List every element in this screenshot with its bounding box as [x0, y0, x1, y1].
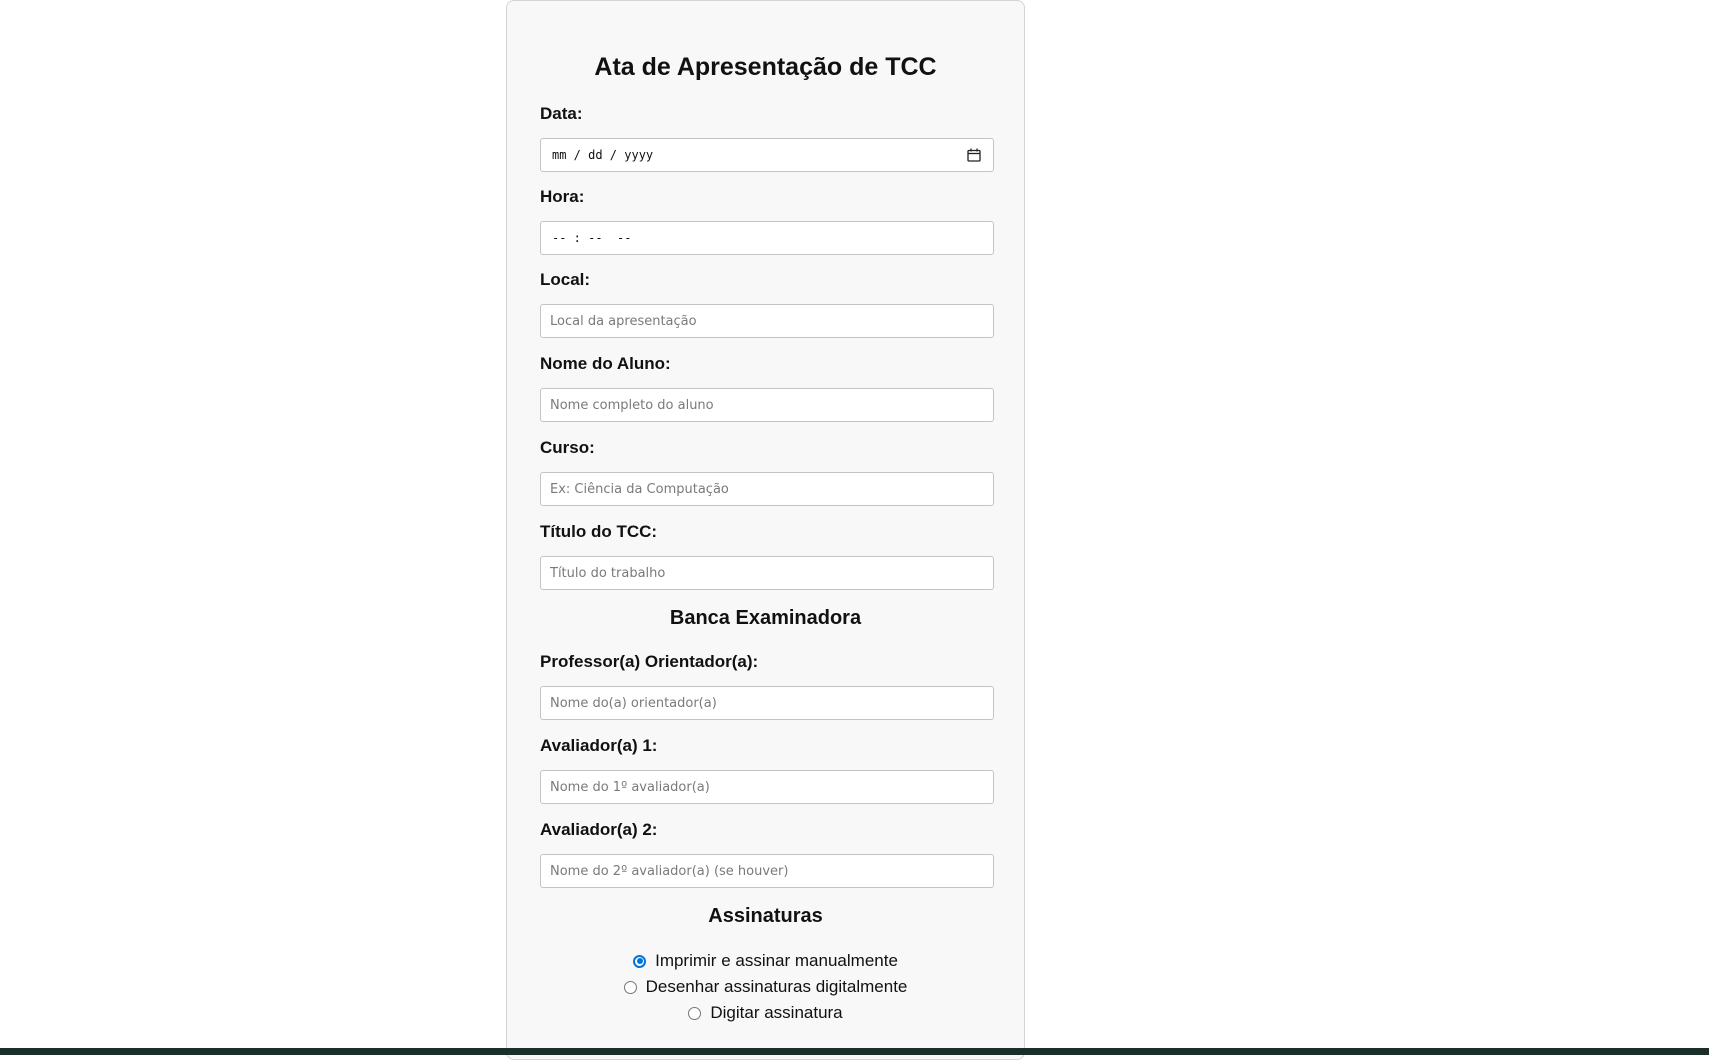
course-label: Curso:	[540, 438, 595, 457]
date-field-group: Data: mm / dd / yyyy	[540, 104, 994, 172]
time-field-group: Hora: -- : -- --	[540, 187, 994, 255]
examiner1-label: Avaliador(a) 1:	[540, 736, 658, 755]
time-input[interactable]: -- : -- --	[540, 221, 994, 255]
examiner2-field-group: Avaliador(a) 2:	[540, 820, 994, 888]
banca-heading: Banca Examinadora	[669, 607, 862, 629]
local-input[interactable]	[540, 304, 994, 338]
course-input[interactable]	[540, 472, 994, 506]
local-field-group: Local:	[540, 270, 994, 338]
radio-type-label[interactable]: Digitar assinatura	[710, 1003, 842, 1023]
advisor-input[interactable]	[540, 686, 994, 720]
student-label: Nome do Aluno:	[540, 354, 671, 373]
bottom-bar	[0, 1048, 1709, 1055]
calendar-icon[interactable]	[967, 148, 981, 162]
radio-draw[interactable]	[623, 980, 637, 994]
time-input-value: -- : -- --	[552, 231, 632, 245]
signatures-heading: Assinaturas	[708, 905, 823, 927]
date-label: Data:	[540, 104, 583, 123]
advisor-field-group: Professor(a) Orientador(a):	[540, 652, 994, 720]
form-card: Ata de Apresentação de TCC Data: mm / dd…	[506, 0, 1025, 1060]
thesis-title-field-group: Título do TCC:	[540, 522, 994, 590]
radio-draw-label[interactable]: Desenhar assinaturas digitalmente	[646, 977, 908, 997]
examiner2-input[interactable]	[540, 854, 994, 888]
course-field-group: Curso:	[540, 438, 994, 506]
date-input-value: mm / dd / yyyy	[552, 148, 654, 162]
time-label: Hora:	[540, 187, 585, 206]
examiner1-input[interactable]	[540, 770, 994, 804]
advisor-label: Professor(a) Orientador(a):	[540, 652, 759, 671]
signature-option-print[interactable]: Imprimir e assinar manualmente	[507, 949, 1024, 973]
radio-print-label[interactable]: Imprimir e assinar manualmente	[655, 951, 898, 971]
thesis-title-label: Título do TCC:	[540, 522, 658, 541]
signature-option-draw[interactable]: Desenhar assinaturas digitalmente	[507, 975, 1024, 999]
thesis-title-input[interactable]	[540, 556, 994, 590]
examiner2-label: Avaliador(a) 2:	[540, 820, 658, 839]
radio-print[interactable]	[633, 954, 647, 968]
signature-option-type[interactable]: Digitar assinatura	[507, 1001, 1024, 1025]
radio-type[interactable]	[688, 1006, 702, 1020]
date-input[interactable]: mm / dd / yyyy	[540, 138, 994, 172]
student-name-input[interactable]	[540, 388, 994, 422]
student-field-group: Nome do Aluno:	[540, 354, 994, 422]
local-label: Local:	[540, 270, 591, 289]
page-title: Ata de Apresentação de TCC	[594, 53, 937, 81]
examiner1-field-group: Avaliador(a) 1:	[540, 736, 994, 804]
